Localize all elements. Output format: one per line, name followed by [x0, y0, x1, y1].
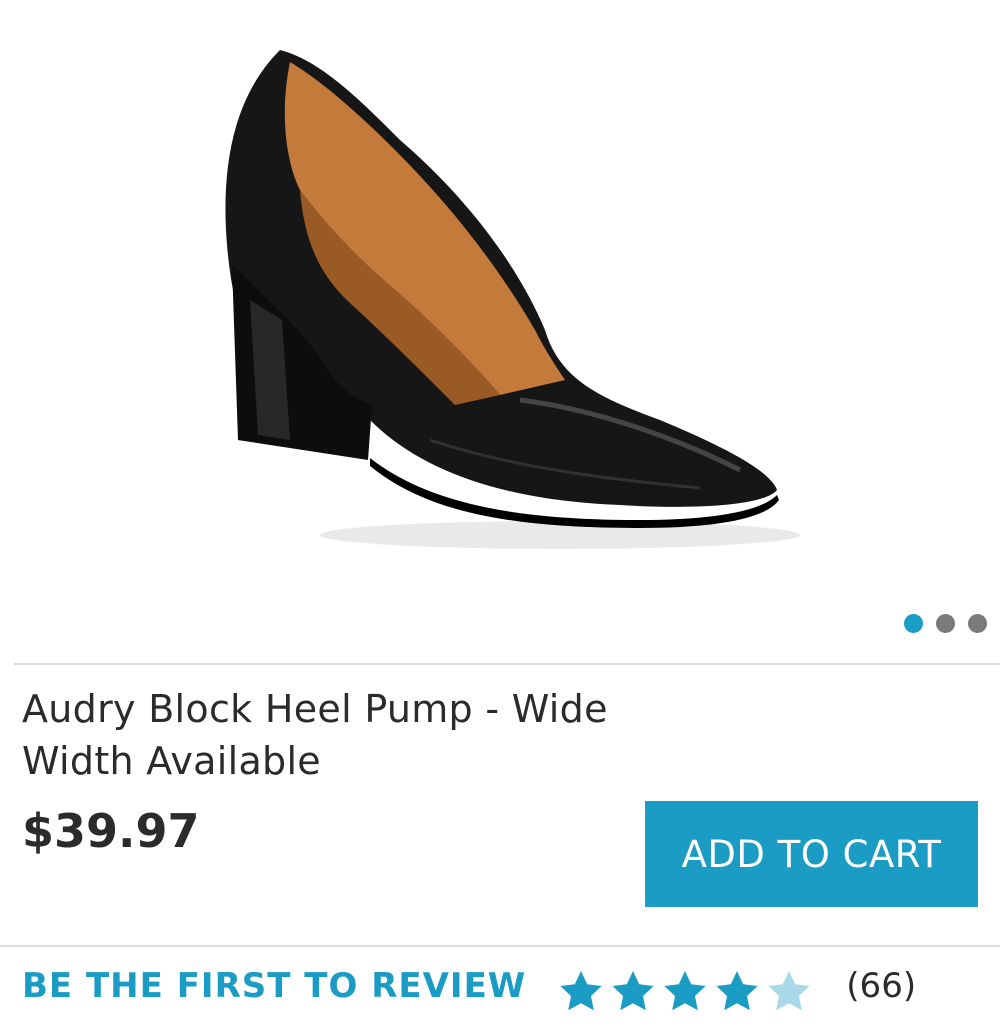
- star-filled-icon: [716, 971, 758, 1011]
- star-filled-icon: [664, 971, 706, 1011]
- star-filled-icon: [560, 971, 602, 1011]
- add-to-cart-button[interactable]: ADD TO CART: [645, 801, 978, 907]
- product-image[interactable]: [0, 0, 1000, 600]
- review-summary: BE THE FIRST TO REVIEW (66): [22, 966, 916, 1026]
- pagination-dot-2[interactable]: [936, 614, 955, 633]
- gallery-pagination[interactable]: [904, 614, 987, 633]
- review-count[interactable]: (66): [846, 966, 916, 1006]
- star-filled-icon: [612, 971, 654, 1011]
- rating-stars[interactable]: [556, 968, 816, 1016]
- star-empty-icon: [768, 971, 810, 1011]
- product-gallery[interactable]: [0, 0, 1000, 660]
- product-title: Audry Block Heel Pump - Wide Width Avail…: [22, 687, 608, 783]
- divider: [0, 945, 1000, 947]
- divider: [14, 663, 1000, 665]
- write-review-link[interactable]: BE THE FIRST TO REVIEW: [22, 966, 526, 1006]
- pagination-dot-1[interactable]: [904, 614, 923, 633]
- product-price: $39.97: [22, 804, 200, 858]
- pagination-dot-3[interactable]: [968, 614, 987, 633]
